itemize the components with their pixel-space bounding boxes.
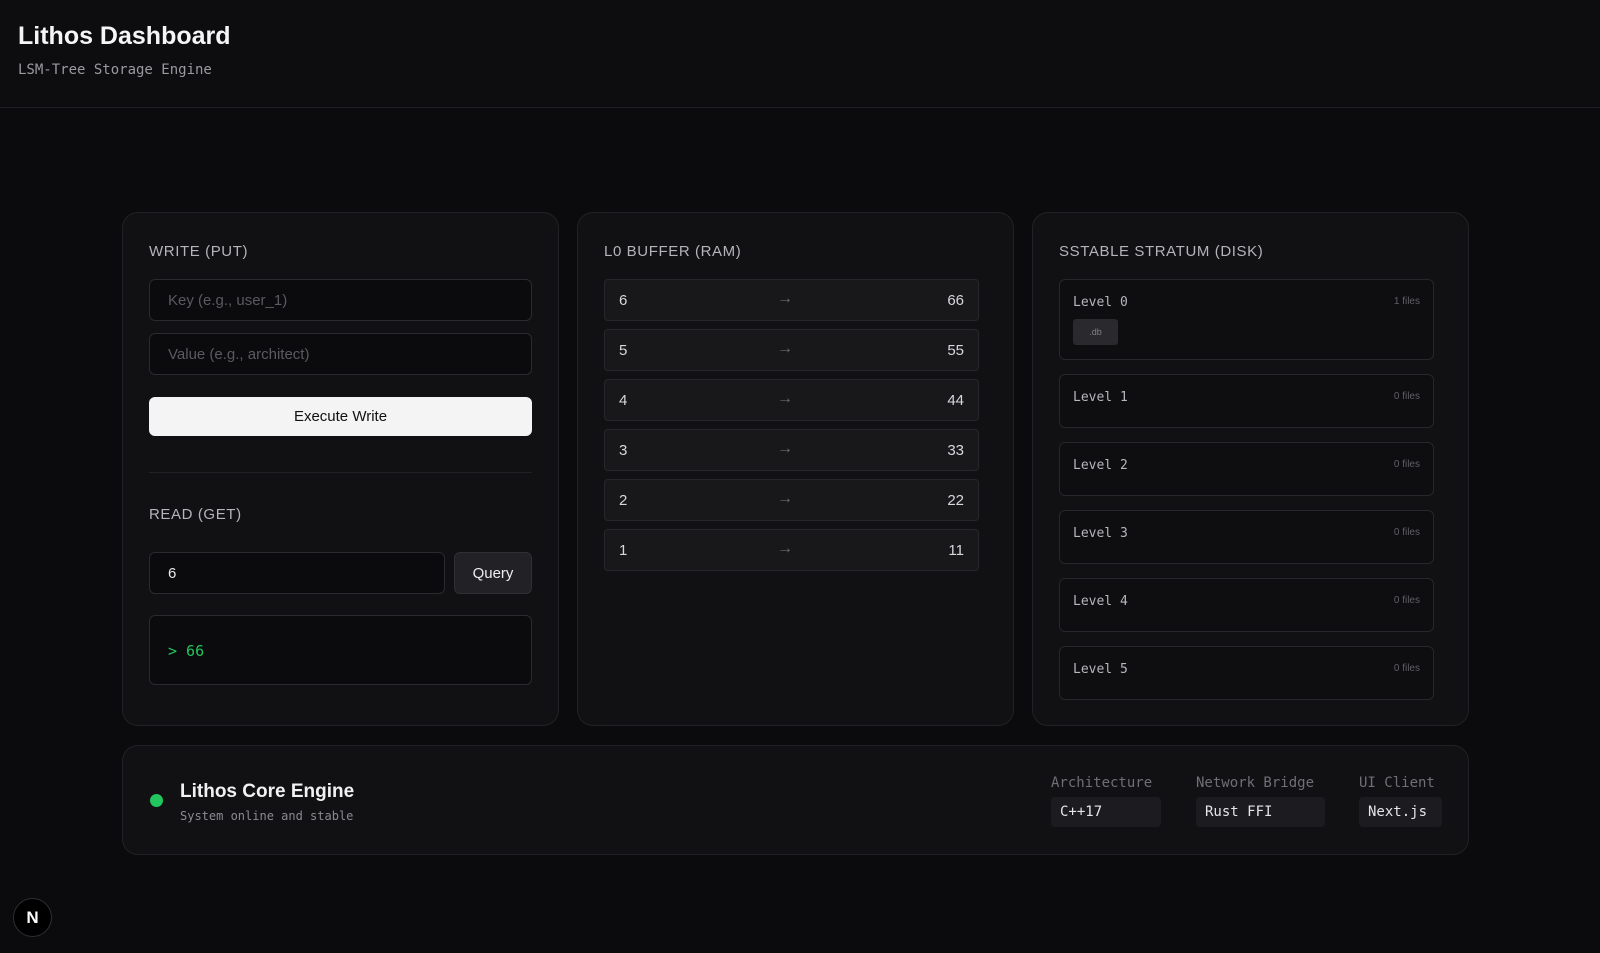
read-label: READ (GET) — [149, 506, 242, 523]
page-subtitle: LSM-Tree Storage Engine — [18, 62, 212, 78]
query-button[interactable]: Query — [454, 552, 532, 594]
engine-status-bar: Lithos Core Engine System online and sta… — [122, 745, 1469, 855]
stack-architecture: Architecture C++17 — [1051, 775, 1163, 827]
buffer-value: 11 — [948, 542, 964, 559]
level-file-count: 0 files — [1393, 527, 1420, 538]
arrow-right-icon: → — [777, 540, 793, 557]
arrow-right-icon: → — [777, 390, 793, 407]
buffer-value: 33 — [947, 442, 964, 459]
level-name: Level 5 — [1073, 662, 1128, 677]
level-name: Level 0 — [1073, 295, 1128, 310]
level-item-4: Level 4 0 files — [1059, 578, 1434, 632]
engine-status: System online and stable — [180, 809, 354, 823]
buffer-row: 6 → 66 — [604, 279, 979, 321]
status-dot-icon — [150, 794, 163, 807]
query-result: > 66 — [149, 615, 532, 685]
buffer-value: 55 — [947, 342, 964, 359]
arrow-right-icon: → — [777, 340, 793, 357]
arrow-right-icon: → — [777, 440, 793, 457]
level-item-1: Level 1 0 files — [1059, 374, 1434, 428]
level-file-count: 0 files — [1393, 663, 1420, 674]
buffer-row: 4 → 44 — [604, 379, 979, 421]
level-name: Level 3 — [1073, 526, 1128, 541]
key-input[interactable] — [149, 279, 532, 321]
db-file-chip[interactable]: .db — [1073, 319, 1118, 345]
header: Lithos Dashboard LSM-Tree Storage Engine — [0, 0, 1600, 108]
level-file-count: 1 files — [1393, 296, 1420, 307]
sstable-label: SSTABLE STRATUM (DISK) — [1059, 243, 1264, 260]
level-file-count: 0 files — [1393, 459, 1420, 470]
buffer-key: 6 — [619, 292, 628, 309]
level-name: Level 2 — [1073, 458, 1128, 473]
stack-network-bridge: Network Bridge Rust FFI — [1196, 775, 1326, 827]
buffer-row: 5 → 55 — [604, 329, 979, 371]
engine-name: Lithos Core Engine — [180, 781, 355, 802]
stack-value: Next.js — [1359, 797, 1442, 827]
arrow-right-icon: → — [777, 290, 793, 307]
buffer-value: 44 — [947, 392, 964, 409]
arrow-right-icon: → — [777, 490, 793, 507]
buffer-key: 1 — [619, 542, 628, 559]
level-item-0: Level 0 1 files .db — [1059, 279, 1434, 360]
level-item-3: Level 3 0 files — [1059, 510, 1434, 564]
level-item-5: Level 5 0 files — [1059, 646, 1434, 700]
level-file-count: 0 files — [1393, 391, 1420, 402]
buffer-value: 66 — [947, 292, 964, 309]
nextjs-dev-indicator-icon[interactable]: N — [13, 898, 52, 937]
buffer-value: 22 — [947, 492, 964, 509]
buffer-key: 5 — [619, 342, 628, 359]
buffer-list: 6 → 66 5 → 55 4 → 44 3 → 33 2 → 22 1 → 1… — [604, 279, 979, 579]
buffer-row: 2 → 22 — [604, 479, 979, 521]
level-file-count: 0 files — [1393, 595, 1420, 606]
level-name: Level 1 — [1073, 390, 1128, 405]
divider — [149, 472, 532, 473]
stack-value: Rust FFI — [1196, 797, 1325, 827]
buffer-panel: L0 BUFFER (RAM) 6 → 66 5 → 55 4 → 44 3 →… — [577, 212, 1014, 726]
buffer-key: 2 — [619, 492, 628, 509]
sstable-panel: SSTABLE STRATUM (DISK) Level 0 1 files .… — [1032, 212, 1469, 726]
level-item-2: Level 2 0 files — [1059, 442, 1434, 496]
page-title: Lithos Dashboard — [18, 22, 231, 50]
stack-value: C++17 — [1051, 797, 1161, 827]
stack-label: UI Client — [1359, 775, 1435, 791]
write-read-panel: WRITE (PUT) Execute Write READ (GET) Que… — [122, 212, 559, 726]
stack-ui-client: UI Client Next.js — [1359, 775, 1444, 827]
stack-label: Architecture — [1051, 775, 1153, 791]
buffer-row: 3 → 33 — [604, 429, 979, 471]
buffer-label: L0 BUFFER (RAM) — [604, 243, 742, 260]
buffer-row: 1 → 11 — [604, 529, 979, 571]
stack-label: Network Bridge — [1196, 775, 1315, 791]
level-list: Level 0 1 files .db Level 1 0 files Leve… — [1059, 279, 1434, 714]
execute-write-button[interactable]: Execute Write — [149, 397, 532, 436]
level-name: Level 4 — [1073, 594, 1128, 609]
buffer-key: 4 — [619, 392, 628, 409]
value-input[interactable] — [149, 333, 532, 375]
query-input[interactable] — [149, 552, 445, 594]
write-label: WRITE (PUT) — [149, 243, 249, 260]
buffer-key: 3 — [619, 442, 628, 459]
